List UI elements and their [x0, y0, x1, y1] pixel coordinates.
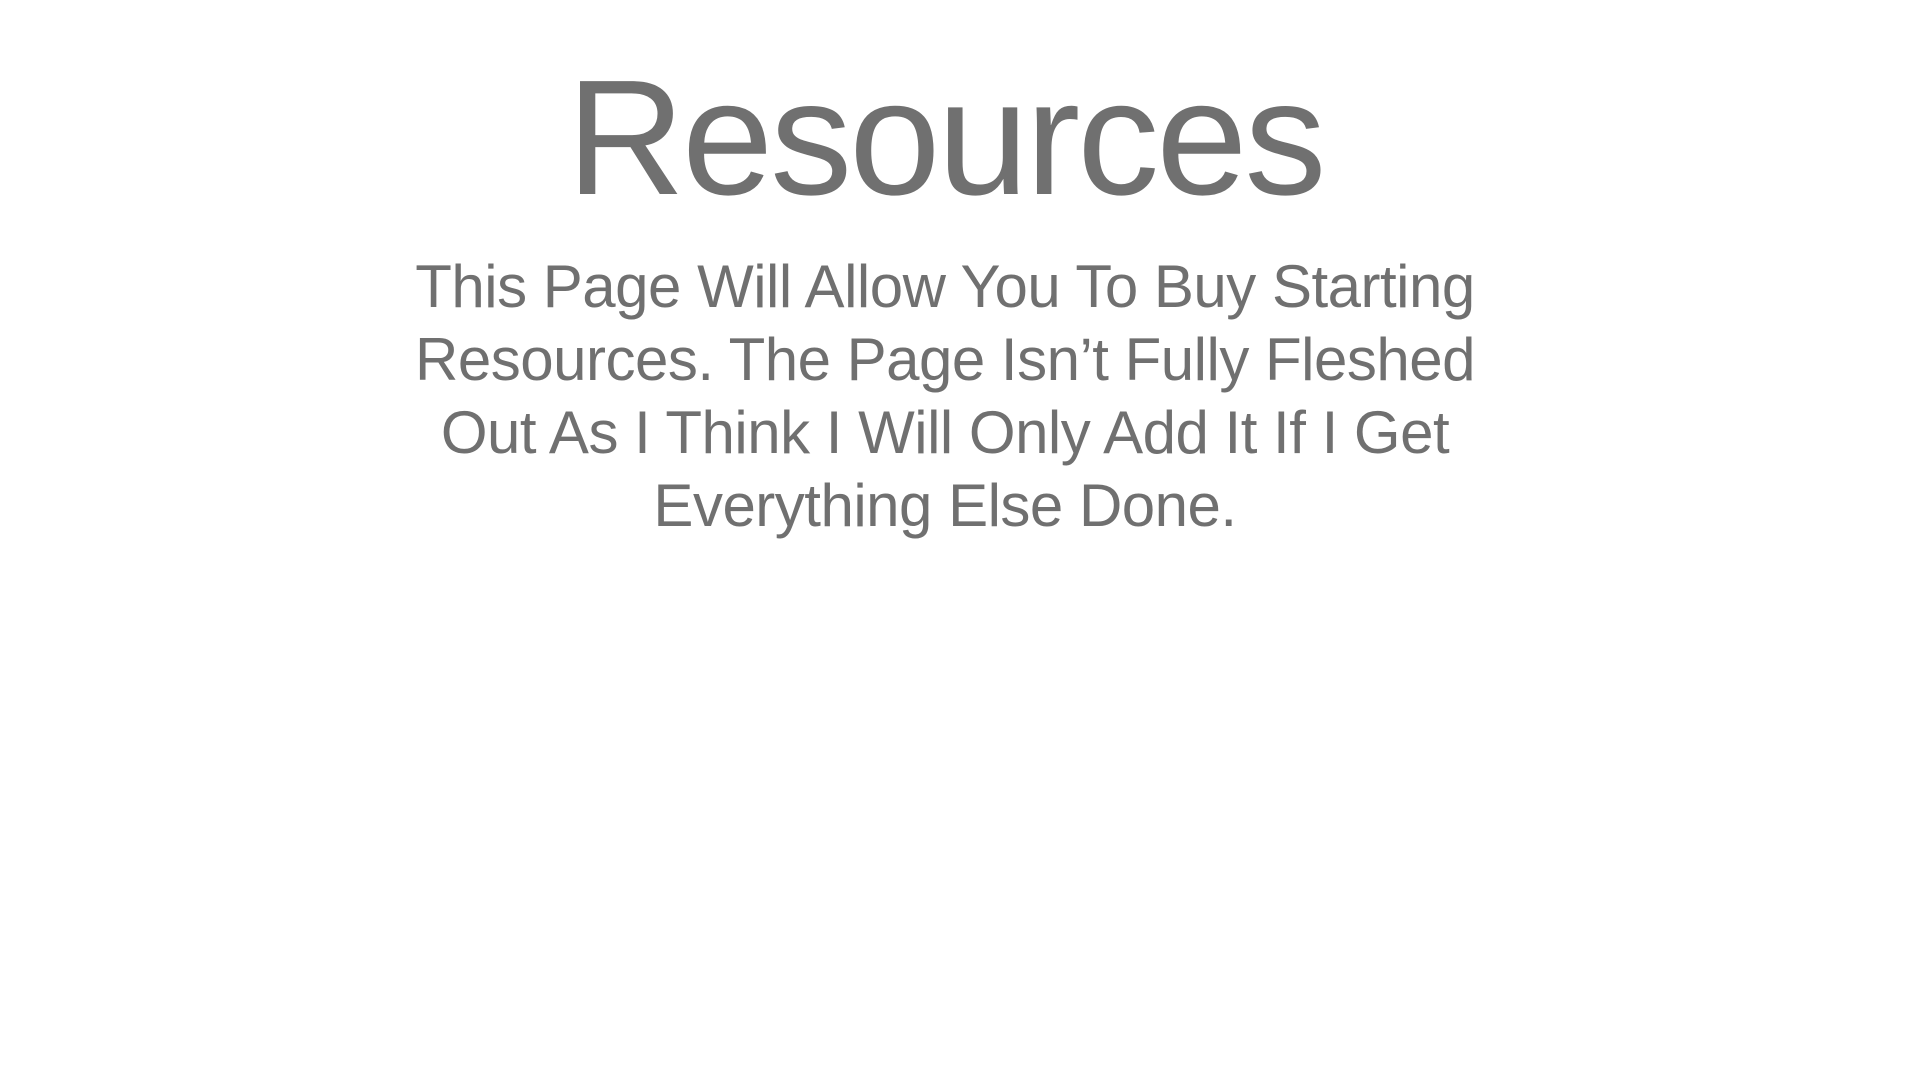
slide-title: Resources: [566, 46, 1327, 229]
slide-canvas: Resources This Page Will Allow You To Bu…: [0, 0, 1920, 1080]
slide-body-text: This Page Will Allow You To Buy Starting…: [415, 253, 1475, 539]
